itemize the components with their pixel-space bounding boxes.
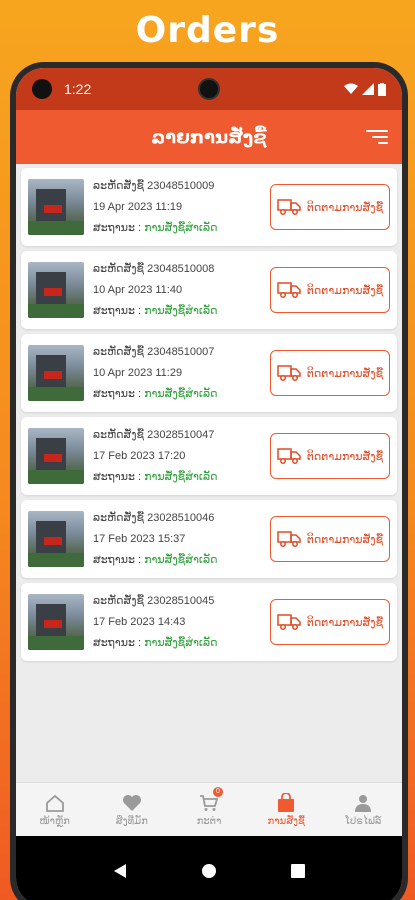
delivery-truck-icon bbox=[277, 282, 301, 298]
order-label: ລະຫັດສັ່ງຊື້ bbox=[93, 262, 145, 275]
signal-icon bbox=[362, 83, 374, 95]
track-order-label: ຕິດຕາມການສັ່ງຊື້ bbox=[306, 533, 384, 546]
back-icon[interactable] bbox=[113, 863, 127, 879]
app-screen: 1:22 ລາຍການສັ່ງຊື້ ລະຫັດສັ່ງຊື້ 23048510 bbox=[16, 68, 402, 900]
filter-button[interactable] bbox=[362, 124, 388, 150]
order-card[interactable]: ລະຫັດສັ່ງຊື້ 23028510045 17 Feb 2023 14:… bbox=[21, 583, 397, 661]
store-image bbox=[28, 594, 84, 650]
order-number: 23048510009 bbox=[147, 179, 215, 192]
order-number: 23028510047 bbox=[147, 428, 215, 441]
order-card[interactable]: ລະຫັດສັ່ງຊື້ 23028510046 17 Feb 2023 15:… bbox=[21, 500, 397, 578]
order-label: ລະຫັດສັ່ງຊື້ bbox=[93, 594, 145, 607]
nav-profile[interactable]: ໂປຣໄຟລ໌ bbox=[325, 783, 402, 836]
status-value: ການສັ່ງຊື້ສຳເລັດ bbox=[144, 387, 218, 400]
phone-frame: 1:22 ລາຍການສັ່ງຊື້ ລະຫັດສັ່ງຊື້ 23048510 bbox=[10, 62, 408, 900]
home-icon bbox=[45, 794, 64, 812]
filter-icon bbox=[366, 130, 388, 132]
profile-icon bbox=[355, 795, 372, 812]
order-card[interactable]: ລະຫັດສັ່ງຊື້ 23048510008 10 Apr 2023 11:… bbox=[21, 251, 397, 329]
track-order-label: ຕິດຕາມການສັ່ງຊື້ bbox=[306, 450, 384, 463]
nav-home-label: ໜ້າຫຼັກ bbox=[39, 816, 70, 827]
app-header: ລາຍການສັ່ງຊື້ bbox=[16, 110, 402, 164]
delivery-truck-icon bbox=[277, 365, 301, 381]
nav-cart[interactable]: 0 ກະຕ່າ bbox=[170, 783, 247, 836]
nav-favorites[interactable]: ສິ່ງທີ່ມັກ bbox=[93, 783, 170, 836]
track-order-label: ຕິດຕາມການສັ່ງຊື້ bbox=[306, 367, 384, 380]
home-circle-icon[interactable] bbox=[201, 863, 217, 879]
order-number: 23028510046 bbox=[147, 511, 215, 524]
order-card[interactable]: ລະຫັດສັ່ງຊື້ 23048510009 19 Apr 2023 11:… bbox=[21, 168, 397, 246]
track-order-button[interactable]: ຕິດຕາມການສັ່ງຊື້ bbox=[270, 184, 390, 230]
order-date: 17 Feb 2023 15:37 bbox=[93, 532, 186, 545]
nav-profile-label: ໂປຣໄຟລ໌ bbox=[345, 816, 382, 827]
page-title: ລາຍການສັ່ງຊື້ bbox=[151, 126, 267, 148]
order-number: 23028510045 bbox=[147, 594, 215, 607]
order-date: 17 Feb 2023 17:20 bbox=[93, 449, 186, 462]
status-label: ສະຖານະ : bbox=[93, 470, 142, 483]
track-order-button[interactable]: ຕິດຕາມການສັ່ງຊື້ bbox=[270, 516, 390, 562]
store-image bbox=[28, 262, 84, 318]
delivery-truck-icon bbox=[277, 614, 301, 630]
status-label: ສະຖານະ : bbox=[93, 636, 142, 649]
order-label: ລະຫັດສັ່ງຊື້ bbox=[93, 179, 145, 192]
order-number: 23048510007 bbox=[147, 345, 215, 358]
status-value: ການສັ່ງຊື້ສຳເລັດ bbox=[144, 304, 218, 317]
bottom-nav: ໜ້າຫຼັກ ສິ່ງທີ່ມັກ 0 ກະຕ່າ ການສັ່ງຊື້ ໂປ… bbox=[16, 782, 402, 836]
order-card[interactable]: ລະຫັດສັ່ງຊື້ 23028510047 17 Feb 2023 17:… bbox=[21, 417, 397, 495]
system-nav-bar bbox=[16, 836, 402, 900]
status-bar: 1:22 bbox=[16, 68, 402, 110]
status-label: ສະຖານະ : bbox=[93, 221, 142, 234]
order-date: 10 Apr 2023 11:40 bbox=[93, 283, 183, 296]
camera-icon bbox=[32, 79, 52, 99]
front-camera-icon bbox=[198, 78, 220, 100]
promo-title: Orders bbox=[135, 10, 280, 51]
nav-cart-label: ກະຕ່າ bbox=[196, 816, 222, 827]
status-value: ການສັ່ງຊື້ສຳເລັດ bbox=[144, 221, 218, 234]
nav-home[interactable]: ໜ້າຫຼັກ bbox=[16, 783, 93, 836]
status-value: ການສັ່ງຊື້ສຳເລັດ bbox=[144, 636, 218, 649]
wifi-icon bbox=[344, 83, 358, 94]
track-order-label: ຕິດຕາມການສັ່ງຊື້ bbox=[306, 616, 384, 629]
delivery-truck-icon bbox=[277, 448, 301, 464]
track-order-label: ຕິດຕາມການສັ່ງຊື້ bbox=[306, 284, 384, 297]
order-label: ລະຫັດສັ່ງຊື້ bbox=[93, 428, 145, 441]
nav-orders[interactable]: ການສັ່ງຊື້ bbox=[248, 783, 325, 836]
status-time: 1:22 bbox=[64, 81, 92, 97]
status-label: ສະຖານະ : bbox=[93, 553, 142, 566]
order-date: 19 Apr 2023 11:19 bbox=[93, 200, 183, 213]
status-label: ສະຖານະ : bbox=[93, 304, 142, 317]
shopping-bag-icon bbox=[278, 793, 295, 812]
store-image bbox=[28, 179, 84, 235]
order-label: ລະຫັດສັ່ງຊື້ bbox=[93, 345, 145, 358]
delivery-truck-icon bbox=[277, 531, 301, 547]
order-list: ລະຫັດສັ່ງຊື້ 23048510009 19 Apr 2023 11:… bbox=[16, 164, 402, 670]
store-image bbox=[28, 428, 84, 484]
track-order-label: ຕິດຕາມການສັ່ງຊື້ bbox=[306, 201, 384, 214]
nav-orders-label: ການສັ່ງຊື້ bbox=[267, 816, 305, 827]
track-order-button[interactable]: ຕິດຕາມການສັ່ງຊື້ bbox=[270, 267, 390, 313]
order-card[interactable]: ລະຫັດສັ່ງຊື້ 23048510007 10 Apr 2023 11:… bbox=[21, 334, 397, 412]
store-image bbox=[28, 345, 84, 401]
store-image bbox=[28, 511, 84, 567]
track-order-button[interactable]: ຕິດຕາມການສັ່ງຊື້ bbox=[270, 433, 390, 479]
status-value: ການສັ່ງຊື້ສຳເລັດ bbox=[144, 553, 218, 566]
order-label: ລະຫັດສັ່ງຊື້ bbox=[93, 511, 145, 524]
order-number: 23048510008 bbox=[147, 262, 215, 275]
nav-favorites-label: ສິ່ງທີ່ມັກ bbox=[115, 816, 148, 827]
delivery-truck-icon bbox=[277, 199, 301, 215]
recents-icon[interactable] bbox=[291, 864, 305, 878]
order-date: 10 Apr 2023 11:29 bbox=[93, 366, 183, 379]
heart-icon bbox=[122, 795, 141, 811]
order-date: 17 Feb 2023 14:43 bbox=[93, 615, 186, 628]
battery-icon bbox=[378, 82, 386, 96]
track-order-button[interactable]: ຕິດຕາມການສັ່ງຊື້ bbox=[270, 350, 390, 396]
status-label: ສະຖານະ : bbox=[93, 387, 142, 400]
cart-badge: 0 bbox=[213, 787, 223, 797]
track-order-button[interactable]: ຕິດຕາມການສັ່ງຊື້ bbox=[270, 599, 390, 645]
status-value: ການສັ່ງຊື້ສຳເລັດ bbox=[144, 470, 218, 483]
